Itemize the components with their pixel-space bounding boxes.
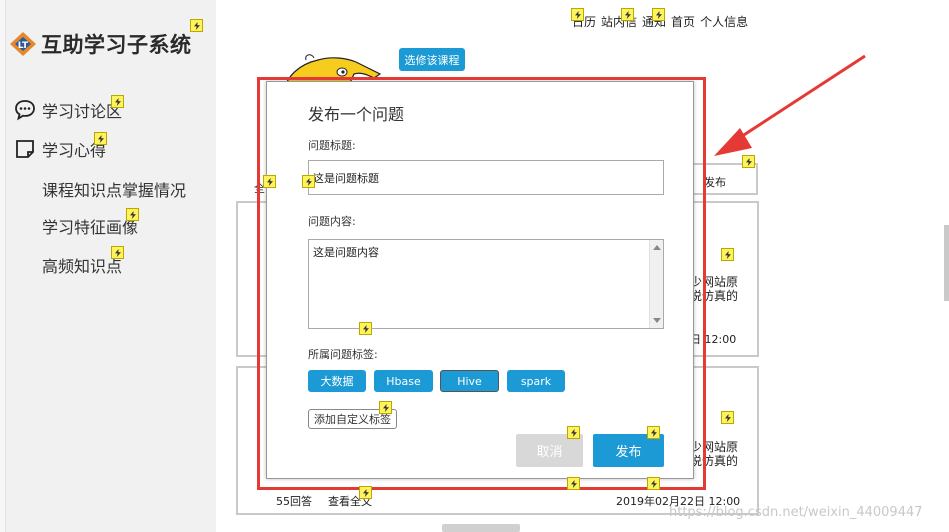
sidebar-item-label: 学习讨论区 bbox=[42, 102, 123, 121]
ruler bbox=[0, 0, 6, 532]
app-title: 互助学习子系统 bbox=[41, 33, 192, 57]
svg-text:LT: LT bbox=[18, 41, 29, 51]
marker-bolt-icon bbox=[721, 411, 734, 424]
marker-bolt-icon bbox=[111, 95, 124, 108]
nav-home[interactable]: 首页 bbox=[671, 13, 695, 30]
horizontal-scrollbar[interactable] bbox=[442, 524, 520, 532]
marker-bolt-icon bbox=[742, 155, 755, 168]
marker-bolt-icon bbox=[111, 246, 124, 259]
sidebar-item-label: 高频知识点 bbox=[42, 257, 123, 276]
marker-bolt-icon bbox=[652, 8, 665, 21]
vertical-scrollbar[interactable] bbox=[944, 225, 949, 301]
answer-count: 55回答 bbox=[276, 495, 312, 508]
marker-bolt-icon bbox=[190, 19, 203, 32]
marker-bolt-icon bbox=[647, 426, 660, 439]
chat-bubble-icon bbox=[14, 99, 36, 121]
select-course-button[interactable]: 选修该课程 bbox=[399, 48, 465, 71]
note-icon bbox=[14, 138, 36, 160]
marker-bolt-icon bbox=[379, 401, 392, 414]
publish-question-label: 发布 bbox=[704, 176, 726, 189]
app-logo: LT 互助学习子系统 bbox=[9, 29, 192, 59]
sidebar-item-frequent-knowledge[interactable]: 高频知识点 bbox=[42, 253, 122, 277]
marker-bolt-icon bbox=[126, 208, 139, 221]
marker-bolt-icon bbox=[571, 8, 584, 21]
marker-bolt-icon bbox=[721, 248, 734, 261]
marker-bolt-icon bbox=[263, 175, 276, 188]
marker-bolt-icon bbox=[567, 426, 580, 439]
marker-bolt-icon bbox=[621, 8, 634, 21]
marker-bolt-icon bbox=[302, 175, 315, 188]
sidebar: LT 互助学习子系统 学习讨论区 学习心得 课程知识点掌握情况 学习特征画像 高… bbox=[0, 0, 216, 532]
sidebar-item-label: 课程知识点掌握情况 bbox=[42, 181, 187, 200]
highlight-annotation bbox=[257, 77, 706, 490]
sidebar-item-discussion[interactable]: 学习讨论区 bbox=[14, 98, 122, 122]
annotation-arrow-icon bbox=[714, 54, 866, 156]
marker-bolt-icon bbox=[567, 477, 580, 490]
sidebar-item-learning-profile[interactable]: 学习特征画像 bbox=[42, 214, 138, 238]
marker-bolt-icon bbox=[359, 486, 372, 499]
nav-profile[interactable]: 个人信息 bbox=[700, 13, 748, 30]
marker-bolt-icon bbox=[359, 322, 372, 335]
watermark-text: https://blog.csdn.net/weixin_44009447 bbox=[669, 505, 923, 520]
sidebar-item-knowledge-mastery[interactable]: 课程知识点掌握情况 bbox=[42, 177, 186, 201]
marker-bolt-icon bbox=[94, 132, 107, 145]
sidebar-item-notes[interactable]: 学习心得 bbox=[14, 137, 106, 161]
logo-icon: LT bbox=[9, 31, 37, 57]
sidebar-item-label: 学习特征画像 bbox=[42, 218, 139, 237]
marker-bolt-icon bbox=[647, 477, 660, 490]
